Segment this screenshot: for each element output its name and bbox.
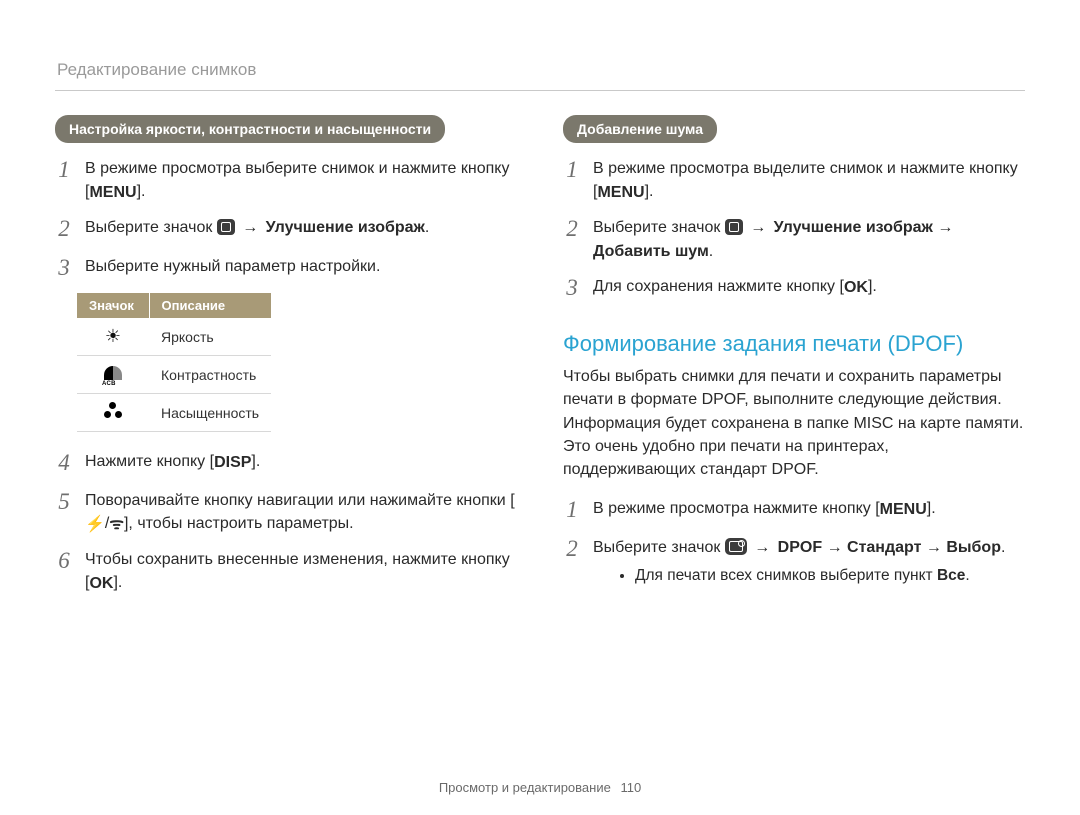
table-row: Насыщенность xyxy=(77,394,271,432)
text: ]. xyxy=(113,574,122,591)
text: . xyxy=(965,567,969,584)
section-title-left: Настройка яркости, контрастности и насыщ… xyxy=(55,115,445,143)
menu-path: Выбор xyxy=(946,539,1001,556)
menu-button-label: MENU xyxy=(880,498,927,521)
text: Выберите значок xyxy=(593,219,725,236)
text: . xyxy=(709,243,713,260)
dpof-paragraph: Чтобы выбрать снимки для печати и сохран… xyxy=(563,365,1025,481)
table-header-desc: Описание xyxy=(149,293,271,318)
text: В режиме просмотра выделите снимок и наж… xyxy=(593,160,1018,200)
step-5-left: 5 Поворачивайте кнопку навигации или наж… xyxy=(55,489,517,536)
arrow: → xyxy=(933,219,953,236)
parameters-table: Значок Описание ☀ Яркость Контрастность … xyxy=(77,293,271,432)
section-title-right: Добавление шума xyxy=(563,115,717,143)
brightness-icon: ☀ xyxy=(105,326,121,346)
text: Чтобы сохранить внесенные изменения, наж… xyxy=(85,551,510,591)
step-1-right: 1 В режиме просмотра выделите снимок и н… xyxy=(563,157,1025,204)
menu-path: Добавить шум xyxy=(593,243,709,260)
edit-icon xyxy=(725,219,743,235)
text: В режиме просмотра выберите снимок и наж… xyxy=(85,160,509,200)
table-cell: Насыщенность xyxy=(149,394,271,432)
footer-section: Просмотр и редактирование xyxy=(439,780,611,795)
text: ]. xyxy=(251,453,260,470)
menu-button-label: MENU xyxy=(597,181,644,204)
edit-icon xyxy=(217,219,235,235)
step-number: 6 xyxy=(55,548,73,595)
menu-path: Все xyxy=(937,567,965,584)
arrow: → xyxy=(750,539,775,556)
text: Для сохранения нажмите кнопку [ xyxy=(593,278,844,295)
divider xyxy=(55,90,1025,91)
menu-path: DPOF xyxy=(778,539,822,556)
table-cell: Контрастность xyxy=(149,356,271,394)
flash-icon: ⚡ xyxy=(85,513,105,536)
saturation-icon xyxy=(104,402,122,418)
disp-button-label: DISP xyxy=(214,451,251,474)
step-number: 5 xyxy=(55,489,73,536)
page-footer: Просмотр и редактирование 110 xyxy=(0,780,1080,795)
text: Для печати всех снимков выберите пункт xyxy=(635,567,937,584)
text: . xyxy=(425,219,429,236)
step-number: 1 xyxy=(563,157,581,204)
step-1-left: 1 В режиме просмотра выберите снимок и н… xyxy=(55,157,517,204)
step-number: 2 xyxy=(55,216,73,242)
text: Выберите значок xyxy=(593,539,725,556)
text: ]. xyxy=(645,183,654,200)
table-header-icon: Значок xyxy=(77,293,149,318)
text: Выберите значок xyxy=(85,219,217,236)
step-3-left: 3 Выберите нужный параметр настройки. xyxy=(55,255,517,281)
table-row: Контрастность xyxy=(77,356,271,394)
text: Выберите нужный параметр настройки. xyxy=(85,255,517,281)
step-number: 3 xyxy=(563,275,581,301)
arrow: → xyxy=(238,219,263,236)
step-3-right: 3 Для сохранения нажмите кнопку [OK]. xyxy=(563,275,1025,301)
arrow: → xyxy=(921,539,946,556)
left-column: Настройка яркости, контрастности и насыщ… xyxy=(55,115,517,607)
right-column: Добавление шума 1 В режиме просмотра выд… xyxy=(563,115,1025,607)
step-number: 2 xyxy=(563,536,581,591)
breadcrumb: Редактирование снимков xyxy=(57,60,1025,80)
text: ]. xyxy=(137,183,146,200)
arrow: → xyxy=(746,219,771,236)
menu-path: Улучшение изображ xyxy=(266,219,425,236)
text: ]. xyxy=(868,278,877,295)
text: В режиме просмотра нажмите кнопку [ xyxy=(593,500,880,517)
step-number: 1 xyxy=(55,157,73,204)
step-4-left: 4 Нажмите кнопку [DISP]. xyxy=(55,450,517,476)
ok-button-label: OK xyxy=(89,572,113,595)
menu-button-label: MENU xyxy=(89,181,136,204)
table-row: ☀ Яркость xyxy=(77,318,271,356)
text: ], чтобы настроить параметры. xyxy=(124,515,354,532)
text: Нажмите кнопку [ xyxy=(85,453,214,470)
text: . xyxy=(1001,539,1005,556)
settings-icon xyxy=(725,538,747,555)
step-2-right: 2 Выберите значок → Улучшение изображ → … xyxy=(563,216,1025,262)
step-6-left: 6 Чтобы сохранить внесенные изменения, н… xyxy=(55,548,517,595)
step-number: 2 xyxy=(563,216,581,262)
dpof-sub-bullet: Для печати всех снимков выберите пункт В… xyxy=(635,565,1025,587)
page-number: 110 xyxy=(620,780,641,795)
menu-path: Стандарт xyxy=(847,539,921,556)
step-2-left: 2 Выберите значок → Улучшение изображ. xyxy=(55,216,517,242)
table-cell: Яркость xyxy=(149,318,271,356)
contrast-icon xyxy=(104,366,122,380)
arrow: → xyxy=(822,539,847,556)
step-number: 1 xyxy=(563,497,581,523)
menu-path: Улучшение изображ xyxy=(774,219,933,236)
step-number: 4 xyxy=(55,450,73,476)
wifi-icon: ᯤ xyxy=(109,513,124,536)
step-number: 3 xyxy=(55,255,73,281)
text: Поворачивайте кнопку навигации или нажим… xyxy=(85,492,515,509)
step-2-dpof: 2 Выберите значок → DPOF → Стандарт → Вы… xyxy=(563,536,1025,591)
text: ]. xyxy=(927,500,936,517)
step-1-dpof: 1 В режиме просмотра нажмите кнопку [MEN… xyxy=(563,497,1025,523)
dpof-heading: Формирование задания печати (DPOF) xyxy=(563,331,1025,357)
ok-button-label: OK xyxy=(844,276,868,299)
